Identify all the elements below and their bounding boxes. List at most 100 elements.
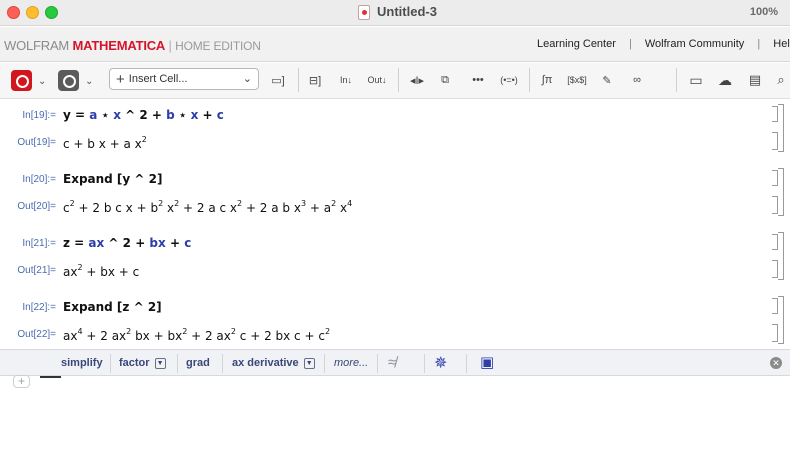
maximize-window-button[interactable] (45, 6, 58, 19)
ax-derivative-suggestion[interactable]: ax derivative ▼ (232, 357, 315, 369)
top-links: Learning Center | Wolfram Community | He… (537, 38, 790, 50)
dropdown-arrow-icon[interactable]: ▼ (303, 357, 315, 369)
input-expression[interactable]: Expand [y ^ 2] (63, 172, 163, 186)
chat-icon[interactable]: ▭ (686, 71, 706, 89)
search-icon[interactable]: ⌕ (772, 71, 790, 89)
new-cell-plus-icon[interactable]: + (13, 375, 30, 388)
output-label: Out[21]= (17, 265, 56, 276)
inline-code-icon[interactable]: [$x$] (566, 71, 588, 89)
cell-group-bracket[interactable] (778, 104, 784, 152)
suggestion-divider (424, 354, 425, 373)
input-token: ^ 2 + (104, 236, 150, 250)
output-expression: ax2 + bx + c (63, 263, 140, 279)
suggestion-divider (177, 354, 178, 373)
chevron-down-icon: ⌄ (242, 73, 252, 85)
toolbar-divider (676, 68, 677, 92)
input-label: In[20]:= (22, 174, 56, 185)
plus-icon: + (116, 70, 125, 88)
input-expression[interactable]: Expand [z ^ 2] (63, 300, 162, 314)
output-cell-icon[interactable]: Out↓ (366, 71, 388, 89)
simplify-suggestion[interactable]: simplify (61, 357, 103, 369)
evaluation-gear-icon[interactable] (11, 70, 32, 91)
input-token: Expand [y ^ 2] (63, 172, 163, 186)
grad-suggestion[interactable]: grad (186, 357, 210, 369)
help-link[interactable]: Hel (773, 38, 790, 50)
suggestion-divider (377, 354, 378, 373)
placeholder-icon[interactable]: ••• (467, 71, 489, 89)
input-token: z = (63, 236, 89, 250)
factor-suggestion[interactable]: factor ▼ (119, 357, 166, 369)
document-icon (358, 5, 370, 20)
factor-label: factor (119, 357, 150, 369)
chevron-down-icon[interactable]: ⌄ (38, 71, 46, 91)
toolbar-divider (298, 68, 299, 92)
suggestion-divider (466, 354, 467, 373)
link-separator: | (757, 38, 761, 50)
dropdown-arrow-icon[interactable]: ▼ (154, 357, 166, 369)
output-expression: c2 + 2 b c x + b2 x2 + 2 a c x2 + 2 a b … (63, 199, 353, 215)
cell-group-icon[interactable]: ⊟] (306, 71, 324, 89)
cell-group-bracket[interactable] (778, 296, 784, 344)
notebook-area[interactable]: In[19]:= y = a ⋆ x ^ 2 + b ⋆ x + c Out[1… (0, 100, 790, 348)
input-label: In[22]:= (22, 302, 56, 313)
toolbar-divider (398, 68, 399, 92)
input-token: ⋆ (97, 108, 114, 122)
input-cell-icon[interactable]: In↓ (336, 71, 356, 89)
cloud-upload-icon[interactable]: ☁ (714, 71, 736, 89)
minimize-window-button[interactable] (26, 6, 39, 19)
cell-group-bracket[interactable] (778, 232, 784, 280)
insert-cell-label: Insert Cell... (128, 73, 188, 85)
input-token: + (165, 236, 185, 250)
hyperlink-icon[interactable]: ∞ (628, 71, 646, 89)
ax-derivative-label: ax derivative (232, 357, 299, 369)
input-variable: x (113, 108, 121, 122)
zoom-level[interactable]: 100% (750, 6, 778, 18)
suggestion-divider (222, 354, 223, 373)
learning-center-link[interactable]: Learning Center (537, 38, 616, 50)
input-label: In[19]:= (22, 110, 56, 121)
output-label: Out[19]= (17, 137, 56, 148)
brand-edition: HOME EDITION (175, 39, 261, 53)
feedback-chat-icon[interactable]: ▣ (480, 353, 494, 371)
wolfram-community-link[interactable]: Wolfram Community (645, 38, 744, 50)
suggestions-bar: simplify factor ▼ grad ax derivative ▼ mor… (0, 349, 790, 376)
math-typeset-icon[interactable]: ∫π (536, 71, 558, 89)
drawing-pen-icon[interactable]: ✎ (598, 71, 616, 89)
close-window-button[interactable] (7, 6, 20, 19)
chevron-down-icon[interactable]: ⌄ (85, 71, 93, 91)
cell-insertion-point (40, 376, 61, 378)
settings-gear-icon[interactable]: ✵ (434, 353, 447, 373)
input-token: y = (63, 108, 90, 122)
brand-separator: | (168, 38, 172, 53)
split-cell-icon[interactable]: ◂I▸ (406, 71, 428, 89)
input-variable: b (166, 108, 175, 122)
merge-cell-icon[interactable]: ⧉ (436, 71, 454, 89)
input-variable: ax (88, 236, 105, 250)
cell-group-bracket[interactable] (778, 168, 784, 216)
toolbar-divider (529, 68, 530, 92)
input-token: Expand [z ^ 2] (63, 300, 162, 314)
input-expression[interactable]: z = ax ^ 2 + bx + c (63, 236, 191, 250)
suggestion-divider (324, 354, 325, 373)
brand-bar: WOLFRAM MATHEMATICA | HOME EDITION Learn… (0, 27, 790, 62)
brand-mathematica: MATHEMATICA (72, 38, 166, 53)
close-suggestions-icon[interactable]: ✕ (770, 357, 782, 369)
settings-gear-icon[interactable] (58, 70, 79, 91)
brand-wolfram: WOLFRAM (4, 38, 70, 53)
template-icon[interactable]: (•=•) (497, 71, 521, 89)
input-label: In[21]:= (22, 238, 56, 249)
input-variable: c (216, 108, 224, 122)
undo-suggestion-icon[interactable]: ≉ (388, 354, 396, 371)
window-title: Untitled-3 (377, 4, 437, 19)
brand-logo: WOLFRAM MATHEMATICA | HOME EDITION (4, 38, 261, 53)
input-expression[interactable]: y = a ⋆ x ^ 2 + b ⋆ x + c (63, 108, 224, 122)
input-token: ^ 2 + (120, 108, 167, 122)
more-suggestions[interactable]: more... (334, 357, 368, 369)
cell-style-icon[interactable]: ▭] (268, 71, 288, 89)
input-variable: c (184, 236, 192, 250)
output-expression: c + b x + a x2 (63, 135, 147, 151)
output-label: Out[22]= (17, 329, 56, 340)
notebook-view-icon[interactable]: ▤ (744, 71, 766, 89)
insert-cell-dropdown[interactable]: + Insert Cell... ⌄ (109, 68, 259, 90)
input-token: ⋆ (174, 108, 191, 122)
